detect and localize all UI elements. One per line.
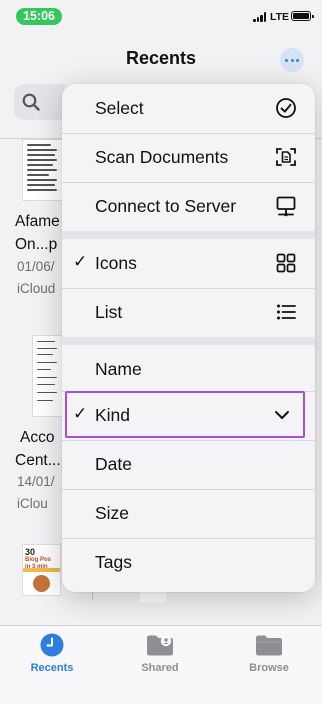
file-name[interactable]: Afame bbox=[15, 213, 60, 231]
tab-recents[interactable]: Recents bbox=[12, 626, 92, 686]
menu-item-label: Name bbox=[95, 359, 142, 379]
file-name[interactable]: Acco bbox=[20, 429, 54, 447]
file-thumbnail[interactable] bbox=[33, 336, 63, 416]
file-location: iClou bbox=[17, 496, 48, 511]
cellular-signal-icon bbox=[253, 12, 267, 22]
network-type: LTE bbox=[270, 11, 290, 23]
menu-item-label: Icons bbox=[95, 253, 137, 273]
list-icon bbox=[277, 304, 296, 320]
grid-icon bbox=[276, 253, 296, 273]
menu-item-connect-to-server[interactable]: Connect to Server bbox=[62, 182, 315, 231]
selection-highlight bbox=[65, 391, 305, 438]
menu-item-list[interactable]: List bbox=[62, 288, 315, 337]
tab-browse[interactable]: Browse bbox=[229, 626, 309, 686]
thumbnail-band bbox=[23, 568, 60, 572]
shared-folder-icon bbox=[147, 635, 173, 656]
tab-label: Browse bbox=[249, 662, 289, 674]
menu-item-tags[interactable]: Tags bbox=[62, 538, 315, 587]
checkmark-icon: ✓ bbox=[73, 252, 88, 271]
page-title: Recents bbox=[125, 48, 197, 68]
file-date: 14/01/ bbox=[17, 474, 55, 489]
menu-item-label: Size bbox=[95, 503, 130, 523]
thumbnail-photo bbox=[33, 575, 50, 592]
status-time: 15:06 bbox=[16, 8, 62, 25]
menu-item-select[interactable]: Select bbox=[62, 84, 315, 133]
desktop-server-icon bbox=[276, 196, 296, 217]
menu-section-divider bbox=[62, 337, 315, 345]
file-name[interactable]: On...p bbox=[15, 236, 57, 254]
menu-item-label: Scan Documents bbox=[95, 147, 229, 167]
search-icon bbox=[22, 93, 40, 111]
menu-item-size[interactable]: Size bbox=[62, 489, 315, 538]
menu-item-label: Tags bbox=[95, 552, 132, 572]
options-menu: Select Scan Documents Connect to Server … bbox=[62, 84, 315, 592]
folder-icon bbox=[256, 635, 282, 656]
tab-label: Recents bbox=[30, 662, 74, 674]
tab-bar: Recents Shared Browse bbox=[0, 625, 322, 704]
menu-item-icons[interactable]: ✓ Icons bbox=[62, 239, 315, 288]
menu-item-name[interactable]: Name bbox=[62, 345, 315, 394]
file-thumbnail[interactable] bbox=[23, 140, 63, 200]
status-bar: 15:06 LTE bbox=[0, 0, 322, 34]
file-date: 01/06/ bbox=[17, 259, 55, 274]
file-thumbnail[interactable]: 30 Blog Pos in 3 min bbox=[23, 545, 60, 595]
tab-label: Shared bbox=[141, 662, 179, 674]
menu-item-scan-documents[interactable]: Scan Documents bbox=[62, 133, 315, 182]
menu-item-label: List bbox=[95, 302, 123, 322]
menu-item-label: Connect to Server bbox=[95, 196, 237, 216]
file-location: iCloud bbox=[17, 281, 56, 296]
clock-icon bbox=[40, 633, 64, 657]
tab-shared[interactable]: Shared bbox=[120, 626, 200, 686]
doc-viewfinder-icon bbox=[276, 148, 296, 166]
battery-icon bbox=[291, 11, 314, 21]
menu-item-date[interactable]: Date bbox=[62, 440, 315, 489]
menu-item-label: Select bbox=[95, 98, 144, 118]
menu-item-label: Date bbox=[95, 454, 132, 474]
checkmark-circle-icon bbox=[276, 98, 296, 118]
menu-section-divider bbox=[62, 231, 315, 239]
file-name[interactable]: Cent... bbox=[15, 452, 61, 470]
more-options-button[interactable] bbox=[280, 48, 304, 72]
